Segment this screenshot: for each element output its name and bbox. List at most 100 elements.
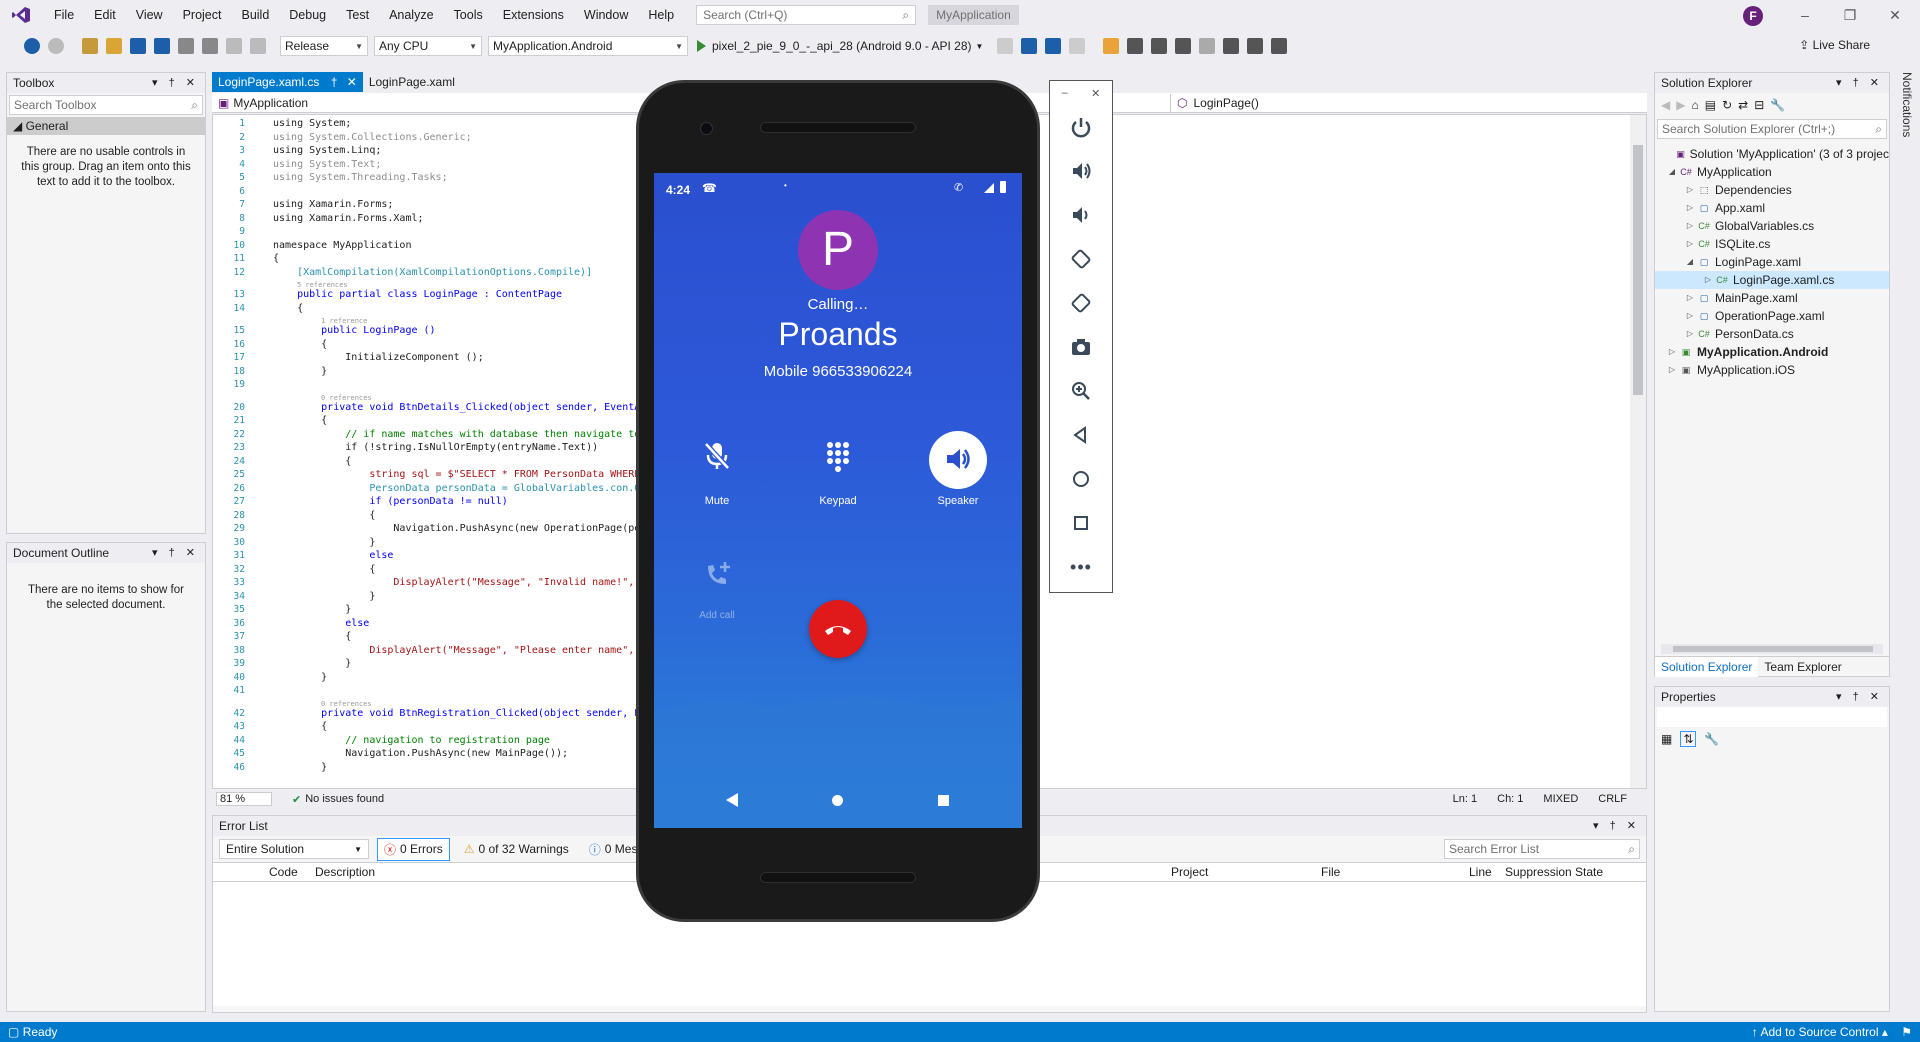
scrollbar-thumb[interactable] bbox=[1673, 646, 1873, 652]
properties-object-select[interactable] bbox=[1657, 707, 1887, 727]
emulator-back-button[interactable] bbox=[1050, 413, 1112, 457]
tree-item-loginpage-xaml[interactable]: ◢ ▢ LoginPage.xaml bbox=[1655, 253, 1889, 271]
tab-team-explorer[interactable]: Team Explorer bbox=[1758, 660, 1847, 674]
back-icon[interactable]: ◀ bbox=[1661, 98, 1670, 112]
live-share-button[interactable]: ⇪ Live Share bbox=[1799, 38, 1870, 52]
messages-filter-button[interactable]: ⓘ 0 Mes bbox=[583, 839, 644, 860]
scope-select[interactable]: Entire Solution ▼ bbox=[219, 839, 369, 859]
horizontal-scrollbar[interactable] bbox=[1661, 644, 1883, 654]
member-dropdown[interactable]: ⬡ LoginPage() bbox=[1170, 94, 1646, 112]
format-icon[interactable] bbox=[178, 38, 194, 54]
tree-item-loginpage-xaml-cs[interactable]: ▷ C# LoginPage.xaml.cs bbox=[1655, 271, 1889, 289]
menu-edit[interactable]: Edit bbox=[84, 0, 126, 30]
tree-item-solution[interactable]: ▣ Solution 'MyApplication' (3 of 3 projec bbox=[1655, 145, 1889, 163]
categorized-icon[interactable]: ▦ bbox=[1661, 732, 1672, 746]
emulator-more-button[interactable]: ••• bbox=[1050, 545, 1112, 589]
properties-icon[interactable]: 🔧 bbox=[1770, 98, 1785, 112]
code-lens[interactable]: 0 references bbox=[213, 392, 640, 402]
tree-item-persondata[interactable]: ▷ C# PersonData.cs bbox=[1655, 325, 1889, 343]
whitespace-mode[interactable]: MIXED bbox=[1543, 793, 1578, 805]
android-overview-icon[interactable] bbox=[938, 795, 949, 806]
volume-down-button[interactable] bbox=[1050, 193, 1112, 237]
emulator-home-button[interactable] bbox=[1050, 457, 1112, 501]
add-to-source-control-button[interactable]: ↑ Add to Source Control ▴ ⚑ bbox=[1752, 1025, 1912, 1039]
tree-item-myapplication-ios[interactable]: ▷ ▣ MyApplication.iOS bbox=[1655, 361, 1889, 379]
emulator-overview-button[interactable] bbox=[1050, 501, 1112, 545]
issues-label[interactable]: No issues found bbox=[305, 793, 384, 805]
tree-item-app-xaml[interactable]: ▷ ▢ App.xaml bbox=[1655, 199, 1889, 217]
screenshot-button[interactable] bbox=[1050, 325, 1112, 369]
minimize-icon[interactable]: – bbox=[1785, 0, 1825, 30]
tab-solution-explorer[interactable]: Solution Explorer bbox=[1655, 656, 1759, 677]
global-search-input[interactable]: Search (Ctrl+Q) ⌕ bbox=[696, 5, 917, 25]
menu-debug[interactable]: Debug bbox=[279, 0, 336, 30]
close-icon[interactable]: ✕ bbox=[1091, 87, 1100, 100]
end-call-button[interactable] bbox=[809, 600, 867, 658]
solution-search-input[interactable]: Search Solution Explorer (Ctrl+;) ⌕ bbox=[1657, 119, 1887, 139]
code-lens[interactable]: 1 reference bbox=[213, 315, 640, 325]
zoom-button[interactable] bbox=[1050, 369, 1112, 413]
back-icon[interactable] bbox=[24, 38, 40, 54]
error-list-search-input[interactable]: Search Error List ⌕ bbox=[1444, 839, 1640, 859]
menu-test[interactable]: Test bbox=[336, 0, 379, 30]
redo-icon[interactable] bbox=[250, 38, 266, 54]
bookmark-icon[interactable] bbox=[1223, 38, 1240, 54]
new-project-icon[interactable] bbox=[82, 38, 98, 54]
code-lens[interactable]: 5 references bbox=[213, 279, 640, 289]
platform-select[interactable]: Any CPU ▼ bbox=[374, 36, 482, 56]
line-ending-mode[interactable]: CRLF bbox=[1598, 793, 1627, 805]
configuration-select[interactable]: Release ▼ bbox=[280, 36, 368, 56]
menu-window[interactable]: Window bbox=[574, 0, 638, 30]
column-suppression-state[interactable]: Suppression State bbox=[1505, 865, 1603, 879]
step-out-icon[interactable] bbox=[1069, 38, 1086, 54]
visual-studio-logo-icon[interactable] bbox=[10, 6, 32, 24]
find-icon[interactable] bbox=[1103, 38, 1120, 54]
home-icon[interactable]: ⌂ bbox=[1691, 98, 1698, 112]
panel-controls-icon[interactable]: ▾ † ✕ bbox=[1836, 687, 1883, 707]
pin-icon[interactable]: † bbox=[331, 75, 338, 89]
pause-icon[interactable] bbox=[997, 38, 1014, 54]
notifications-tab[interactable]: Notifications bbox=[1894, 72, 1914, 152]
property-pages-icon[interactable]: 🔧 bbox=[1704, 732, 1719, 746]
tree-item-dependencies[interactable]: ▷ ⬚ Dependencies bbox=[1655, 181, 1889, 199]
toolbox-group-general[interactable]: ◢ General bbox=[7, 117, 205, 135]
step-over-icon[interactable] bbox=[1045, 38, 1062, 54]
panel-controls-icon[interactable]: ▾ † ✕ bbox=[1836, 73, 1883, 93]
forward-icon[interactable] bbox=[48, 38, 64, 54]
mute-button[interactable]: Mute bbox=[677, 435, 757, 525]
menu-build[interactable]: Build bbox=[231, 0, 279, 30]
switch-views-icon[interactable]: ▤ bbox=[1705, 98, 1716, 112]
tree-item-mainpage-xaml[interactable]: ▷ ▢ MainPage.xaml bbox=[1655, 289, 1889, 307]
panel-controls-icon[interactable]: ▾ † ✕ bbox=[1593, 816, 1640, 836]
minimize-icon[interactable]: – bbox=[1062, 87, 1068, 99]
menu-help[interactable]: Help bbox=[638, 0, 684, 30]
close-icon[interactable]: ✕ bbox=[1875, 0, 1915, 30]
column-file[interactable]: File bbox=[1321, 865, 1469, 879]
grid-icon[interactable] bbox=[1199, 38, 1216, 54]
step-into-icon[interactable] bbox=[1021, 38, 1038, 54]
tab-loginpage-xaml-cs[interactable]: LoginPage.xaml.cs † ✕ bbox=[212, 72, 363, 92]
toolbox-search-input[interactable]: Search Toolbox ⌕ bbox=[9, 95, 203, 115]
forward-icon[interactable]: ▶ bbox=[1676, 98, 1685, 112]
restore-icon[interactable]: ❐ bbox=[1830, 0, 1870, 30]
save-icon[interactable] bbox=[130, 38, 146, 54]
sync-icon[interactable]: ⇄ bbox=[1738, 98, 1748, 112]
add-call-button[interactable]: Add call bbox=[677, 558, 757, 648]
screenshot-icon[interactable] bbox=[1127, 38, 1144, 54]
keypad-button[interactable]: Keypad bbox=[798, 435, 878, 525]
column-line[interactable]: Line bbox=[1469, 865, 1505, 879]
menu-view[interactable]: View bbox=[126, 0, 173, 30]
alphabetical-icon[interactable]: ⇅ bbox=[1680, 731, 1697, 747]
rotate-left-button[interactable] bbox=[1050, 237, 1112, 281]
tab-loginpage-xaml[interactable]: LoginPage.xaml bbox=[363, 72, 461, 92]
errors-filter-button[interactable]: ⓧ 0 Errors bbox=[377, 837, 450, 861]
vertical-scrollbar[interactable] bbox=[1630, 115, 1646, 788]
save-all-icon[interactable] bbox=[154, 38, 170, 54]
collapse-all-icon[interactable]: ⊟ bbox=[1754, 98, 1764, 112]
power-button[interactable] bbox=[1050, 105, 1112, 149]
run-button[interactable]: pixel_2_pie_9_0_-_api_28 (Android 9.0 - … bbox=[697, 39, 983, 53]
rotate-right-button[interactable] bbox=[1050, 281, 1112, 325]
open-folder-icon[interactable] bbox=[106, 38, 122, 54]
tree-item-isqlite[interactable]: ▷ C# ISQLite.cs bbox=[1655, 235, 1889, 253]
menu-extensions[interactable]: Extensions bbox=[493, 0, 574, 30]
